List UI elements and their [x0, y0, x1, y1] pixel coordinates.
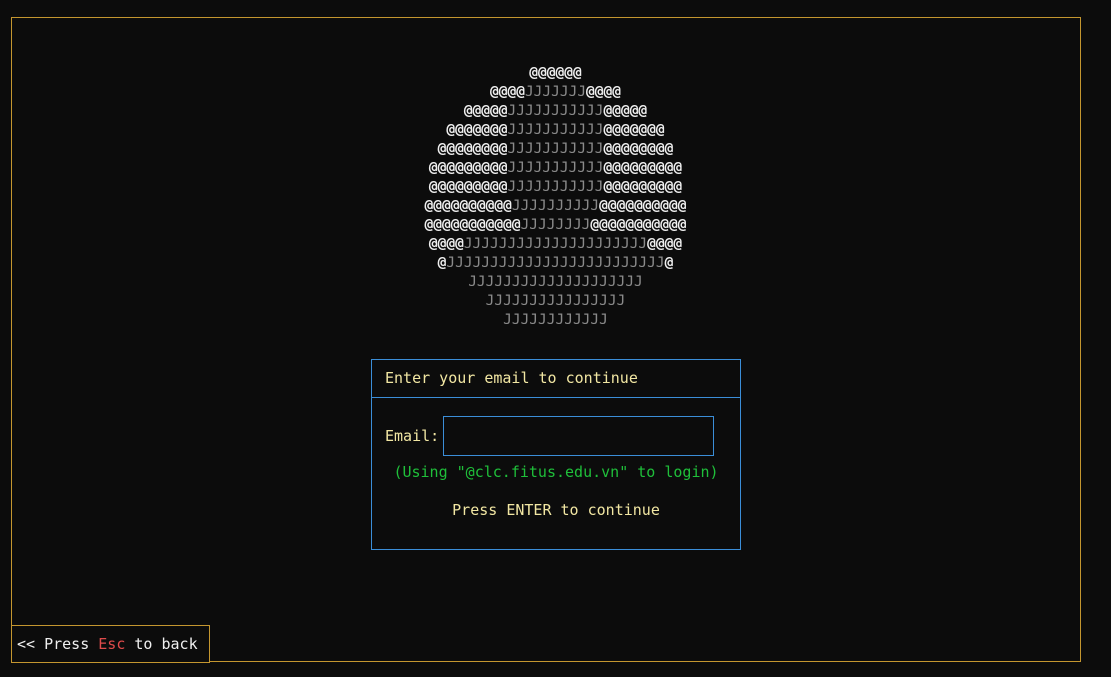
email-label: Email:	[385, 427, 440, 445]
logo-line: @@@@@@@@JJJJJJJJJJJ@@@@@@@@	[0, 140, 1111, 159]
email-input[interactable]	[443, 416, 715, 456]
logo-j-segment: JJJJJJJJ	[520, 217, 591, 233]
logo-at-segment: @@@@@@@@@@	[599, 198, 687, 214]
logo-j-segment: JJJJJJJ	[524, 84, 587, 100]
logo-j-segment: JJJJJJJJJJJ	[507, 160, 604, 176]
logo-line: @@@@@@@@@JJJJJJJJJJJ@@@@@@@@@	[0, 159, 1111, 178]
logo-j-segment: JJJJJJJJJJJ	[507, 179, 604, 195]
back-button[interactable]: << Press Esc to back	[11, 625, 210, 663]
back-suffix: to back	[125, 635, 198, 653]
logo-j-segment: JJJJJJJJJJJJJJJJJJJJ	[468, 274, 643, 290]
logo-j-segment: JJJJJJJJJJJJJJJJJJJJJJJJJ	[446, 255, 665, 271]
logo-at-segment: @@@@@@@@@	[428, 160, 508, 176]
logo-line: @@@@JJJJJJJJJJJJJJJJJJJJJ@@@@	[0, 235, 1111, 254]
logo-j-segment: JJJJJJJJJJJJ	[503, 312, 608, 328]
logo-at-segment: @@@@@@@@@@@	[590, 217, 687, 233]
login-screen: @@@@@@ @@@@JJJJJJJ@@@@ @@@@@JJJJJJJJJJJ@@@…	[0, 0, 1111, 677]
logo-line: @@@@@@@@@@@JJJJJJJJ@@@@@@@@@@@	[0, 216, 1111, 235]
ascii-logo: @@@@@@ @@@@JJJJJJJ@@@@ @@@@@JJJJJJJJJJJ@@@…	[0, 64, 1111, 330]
logo-at-segment: @@@@@	[603, 103, 648, 119]
email-row: Email:	[385, 416, 715, 456]
logo-at-segment: @	[664, 255, 674, 271]
logo-line: JJJJJJJJJJJJ	[0, 311, 1111, 330]
logo-line: @@@@@@@@@@JJJJJJJJJJ@@@@@@@@@@	[0, 197, 1111, 216]
logo-j-segment: JJJJJJJJJJJ	[507, 122, 604, 138]
logo-j-segment: JJJJJJJJJJJJJJJJJJJJJ	[463, 236, 648, 252]
email-dialog: Enter your email to continue Email: (Usi…	[371, 359, 741, 550]
logo-at-segment: @@@@@@@	[603, 122, 665, 138]
logo-at-segment: @@@@@@@@@	[603, 160, 683, 176]
logo-at-segment: @@@@@@@@@@@	[424, 217, 521, 233]
logo-line: @@@@@JJJJJJJJJJJ@@@@@	[0, 102, 1111, 121]
esc-key-label: Esc	[98, 635, 126, 653]
logo-at-segment: @@@@	[490, 84, 525, 100]
logo-at-segment: @@@@@@@@@@	[424, 198, 512, 214]
logo-j-segment: JJJJJJJJJJ	[511, 198, 600, 214]
logo-j-segment: JJJJJJJJJJJ	[507, 141, 604, 157]
logo-at-segment: @@@@@@@@@	[428, 179, 508, 195]
logo-line: @@@@@@	[0, 64, 1111, 83]
enter-hint: Press ENTER to continue	[452, 501, 660, 519]
logo-at-segment: @@@@@@@@	[437, 141, 508, 157]
logo-at-segment: @@@@	[428, 236, 464, 252]
logo-at-segment: @@@@@@	[529, 65, 582, 81]
logo-at-segment: @@@@	[586, 84, 621, 100]
logo-line: JJJJJJJJJJJJJJJJ	[0, 292, 1111, 311]
logo-line: @@@@@@@JJJJJJJJJJJ@@@@@@@	[0, 121, 1111, 140]
logo-line: @@@@@@@@@JJJJJJJJJJJ@@@@@@@@@	[0, 178, 1111, 197]
logo-line: @JJJJJJJJJJJJJJJJJJJJJJJJJ@	[0, 254, 1111, 273]
logo-line: JJJJJJJJJJJJJJJJJJJJ	[0, 273, 1111, 292]
logo-j-segment: JJJJJJJJJJJJJJJJ	[485, 293, 626, 309]
logo-at-segment: @@@@@@@@	[603, 141, 674, 157]
dialog-title: Enter your email to continue	[372, 360, 740, 398]
logo-line: @@@@JJJJJJJ@@@@	[0, 83, 1111, 102]
logo-at-segment: @@@@@@@	[446, 122, 508, 138]
logo-at-segment: @@@@@@@@@	[603, 179, 683, 195]
domain-hint: (Using "@clc.fitus.edu.vn" to login)	[393, 463, 719, 481]
logo-at-segment: @@@@	[647, 236, 683, 252]
back-prefix: << Press	[17, 635, 99, 653]
logo-at-segment: @@@@@	[463, 103, 508, 119]
logo-j-segment: JJJJJJJJJJJ	[507, 103, 604, 119]
